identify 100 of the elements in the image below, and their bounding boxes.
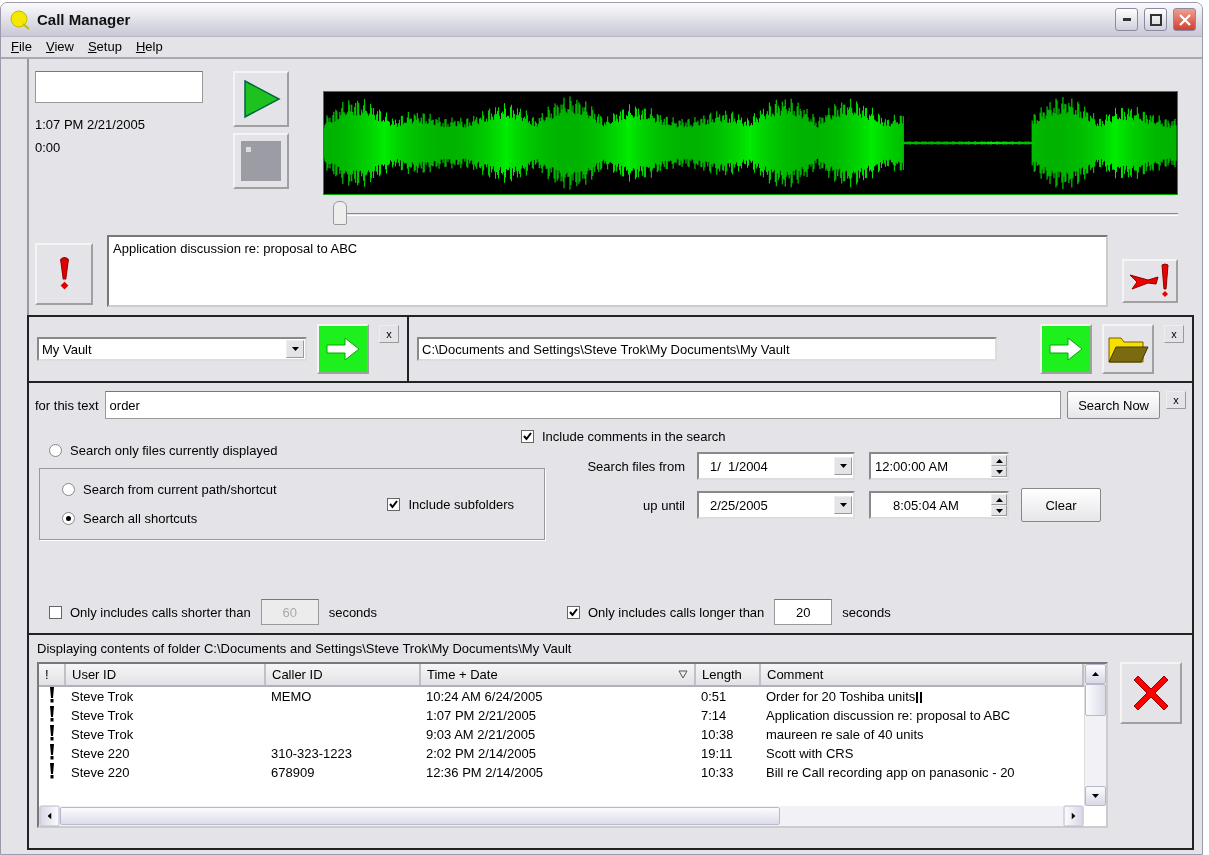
radio-option[interactable]: Search from current path/shortcut xyxy=(62,482,277,497)
table-cell-text: Steve Trok xyxy=(70,707,135,725)
arrow-exclamation-icon xyxy=(1128,263,1172,299)
vertical-scrollbar[interactable] xyxy=(1084,664,1106,806)
column-header[interactable]: Caller ID xyxy=(265,664,420,686)
checkbox[interactable] xyxy=(49,605,62,619)
column-header[interactable]: Length xyxy=(695,664,760,686)
dropdown-value: My Vault xyxy=(42,341,92,357)
comments-option[interactable]: Include comments in the search xyxy=(521,429,1186,444)
subfolders-option[interactable]: Include subfolders xyxy=(387,496,514,512)
table-cell-text: 2:02 PM 2/14/2005 xyxy=(425,745,537,763)
checkbox[interactable] xyxy=(567,605,580,619)
table-cell-text: 12:36 PM 2/14/2005 xyxy=(425,764,545,782)
column-header[interactable]: ! xyxy=(39,664,65,686)
seconds-value: 20 xyxy=(796,604,811,620)
table-cell-text: Steve Trok xyxy=(70,726,135,744)
from-label: Search files from xyxy=(586,458,685,474)
delete-button[interactable] xyxy=(1120,662,1182,724)
scrollbar-thumb[interactable] xyxy=(60,807,780,825)
folder-button[interactable] xyxy=(1102,324,1154,374)
call-row[interactable]: Steve Trok 9:03 AM 2/21/2005 10:38 maureen re sale of 40 units xyxy=(39,725,1083,744)
scroll-left-button[interactable] xyxy=(39,805,60,827)
table-cell-text: Steve 220 xyxy=(70,745,131,763)
slider-thumb[interactable] xyxy=(333,201,347,225)
maximize-button[interactable] xyxy=(1144,8,1167,31)
name-field[interactable] xyxy=(35,71,203,103)
checkbox[interactable] xyxy=(521,430,534,443)
maximize-icon xyxy=(1149,13,1162,26)
close-panel-button[interactable]: x xyxy=(1166,391,1186,409)
menu-item[interactable]: Setup xyxy=(87,39,122,55)
from-date-picker[interactable]: 1/ 1/2004 xyxy=(697,452,855,480)
close-panel-button[interactable]: x xyxy=(379,325,399,343)
duration-option[interactable]: Only includes calls shorter than xyxy=(49,604,251,620)
play-button[interactable] xyxy=(233,71,289,127)
search-now-button[interactable]: Search Now xyxy=(1067,391,1160,419)
seek-slider[interactable] xyxy=(333,201,1178,225)
seconds-label: seconds xyxy=(842,604,891,620)
call-row[interactable]: Steve Trok MEMO 10:24 AM 6/24/2005 0:51 Order for 20 Toshiba units xyxy=(39,686,1083,706)
comment-field[interactable]: Application discussion re: proposal to ABC xyxy=(107,235,1108,307)
call-row[interactable]: Steve 220 678909 12:36 PM 2/14/2005 10:33 Bill re Call recording app on panasonic - 20 xyxy=(39,763,1083,782)
go-button[interactable] xyxy=(317,324,369,374)
table-cell-text: 678909 xyxy=(270,764,316,782)
table-cell-text: 310-323-1223 xyxy=(270,745,353,763)
table-cell-text: maureen re sale of 40 units xyxy=(765,726,925,744)
seconds-label: seconds xyxy=(328,604,378,620)
table-cell-text: 7:14 xyxy=(700,707,728,725)
menu-item[interactable]: Help xyxy=(135,39,163,55)
stop-icon xyxy=(241,141,281,181)
radio-button[interactable] xyxy=(49,444,62,457)
close-icon xyxy=(1178,13,1191,26)
search-field[interactable]: order xyxy=(104,391,1062,419)
table-cell: 10:24 AM 6/24/2005 xyxy=(420,686,695,706)
call-row[interactable]: Steve Trok 1:07 PM 2/21/2005 7:14 Application discussion re: proposal to ABC xyxy=(39,706,1083,725)
position-text: 0:00 xyxy=(35,140,62,155)
call-row[interactable]: Steve 220 310-323-1223 2:02 PM 2/14/2005 19:11 Scott with CRS xyxy=(39,744,1083,763)
menu-item[interactable]: View xyxy=(45,39,74,55)
clear-button[interactable]: Clear xyxy=(1021,488,1101,522)
until-time-field[interactable]: 8:05:04 AM xyxy=(869,491,1009,519)
seconds-value: 60 xyxy=(282,604,297,620)
scroll-down-button[interactable] xyxy=(1085,786,1106,806)
menu-item[interactable]: File xyxy=(11,39,32,55)
close-button[interactable] xyxy=(1173,8,1196,31)
send-flag-button[interactable] xyxy=(1122,259,1178,303)
scrollbar-thumb[interactable] xyxy=(1085,684,1106,716)
radio-button[interactable] xyxy=(62,512,75,525)
table-cell-text: 10:38 xyxy=(700,726,735,744)
scroll-right-button[interactable] xyxy=(1063,805,1084,827)
up-caret-icon xyxy=(1092,672,1099,676)
column-header[interactable]: Time + Date xyxy=(420,664,695,686)
app-icon xyxy=(9,9,31,30)
duration-option[interactable]: Only includes calls longer than xyxy=(567,604,765,620)
table-cell-text: 9:03 AM 2/21/2005 xyxy=(425,726,537,744)
shortcut-dropdown[interactable]: My Vault xyxy=(37,337,307,361)
radio-option[interactable]: Search only files currently displayed xyxy=(49,443,545,458)
radio-option[interactable]: Search all shortcuts xyxy=(62,511,277,526)
path-field[interactable]: C:\Documents and Settings\Steve Trok\My Documents\My Vault xyxy=(417,337,997,361)
from-time-field[interactable]: 12:00:00 AM xyxy=(869,452,1009,480)
time-value: 8:05:04 AM xyxy=(892,497,959,513)
minimize-button[interactable] xyxy=(1115,8,1138,31)
column-header[interactable]: Comment xyxy=(760,664,1083,686)
flag-button[interactable] xyxy=(35,243,93,305)
up-caret-icon xyxy=(995,458,1003,463)
table-cell: 0:51 xyxy=(695,686,760,706)
seconds-field[interactable]: 20 xyxy=(774,599,833,625)
table-cell-text: 10:33 xyxy=(700,764,735,782)
column-header[interactable]: User ID xyxy=(65,664,265,686)
horizontal-scrollbar[interactable] xyxy=(39,806,1084,826)
until-date-picker[interactable]: 2/25/2005 xyxy=(697,491,855,519)
radio-button[interactable] xyxy=(62,483,75,496)
path-text: C:\Documents and Settings\Steve Trok\My Documents\My Vault xyxy=(422,341,790,357)
close-panel-button[interactable]: x xyxy=(1164,325,1184,343)
cursor-bars-icon xyxy=(916,692,923,704)
table-cell-text: 1:07 PM 2/21/2005 xyxy=(425,707,537,725)
table-cell-text: 19:11 xyxy=(700,745,734,763)
go-button[interactable] xyxy=(1040,324,1092,374)
scroll-up-button[interactable] xyxy=(1085,664,1106,684)
checkbox[interactable] xyxy=(387,497,401,511)
up-caret-icon xyxy=(995,497,1003,502)
table-cell-text: Bill re Call recording app on panasonic - 20 xyxy=(765,764,1016,782)
search-label: for this text xyxy=(35,397,99,413)
